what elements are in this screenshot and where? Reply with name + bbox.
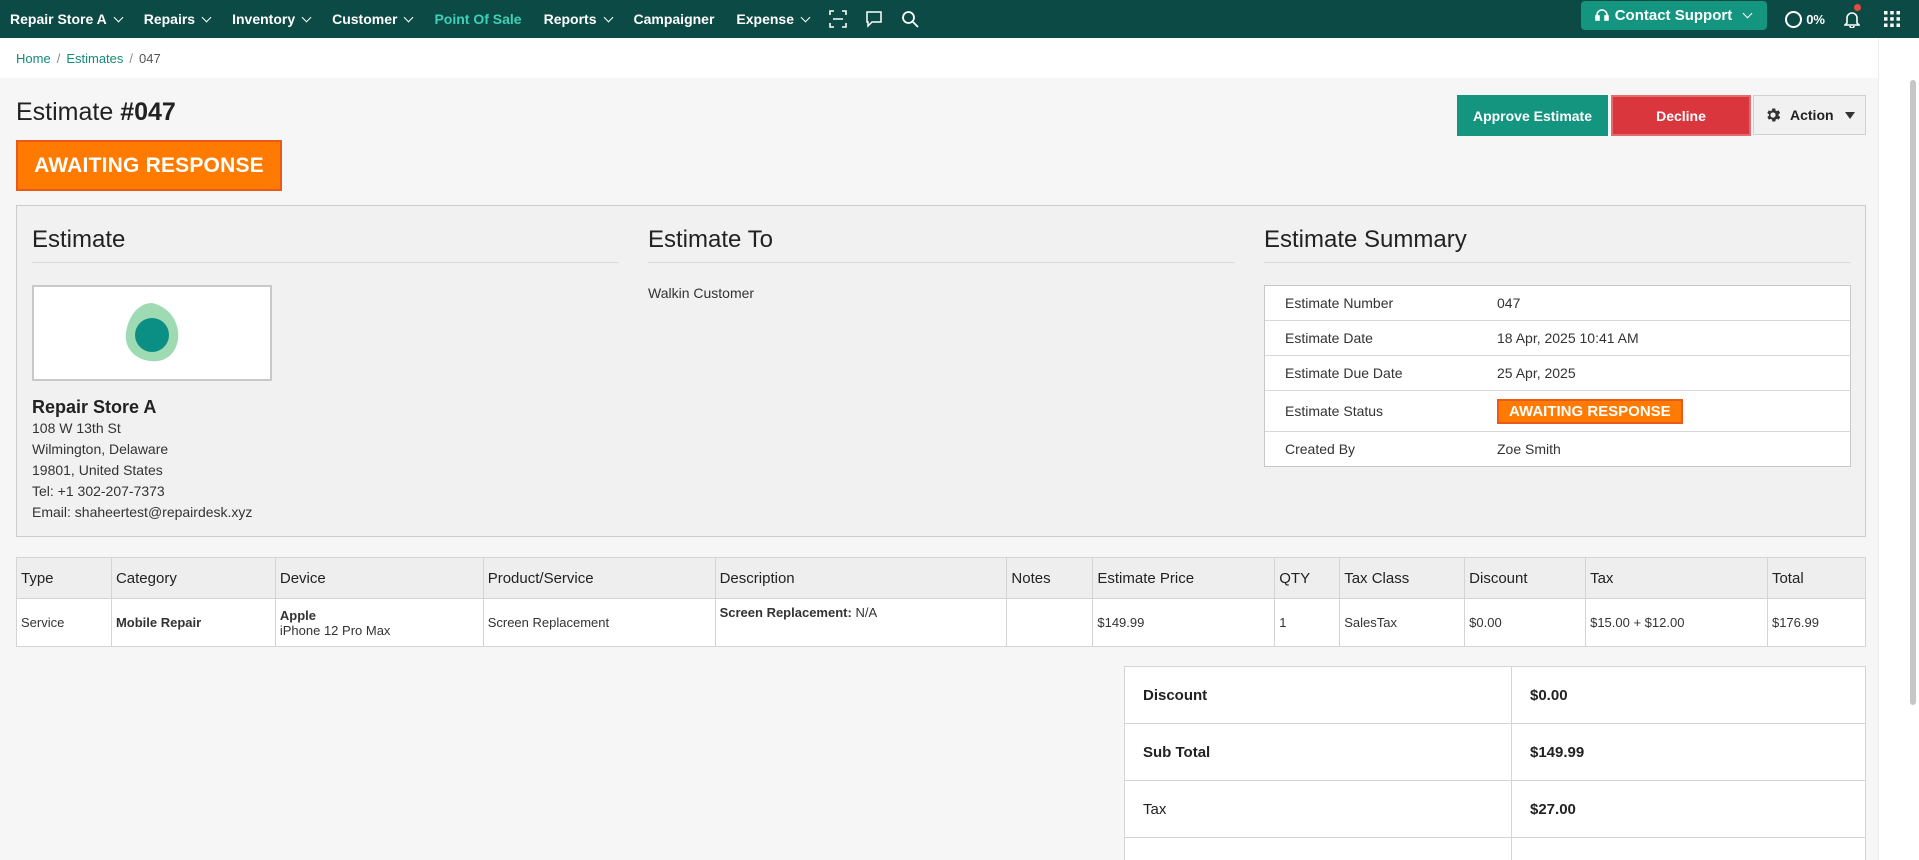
breadcrumb: Home / Estimates / 047 [0, 38, 1878, 78]
column-header: Notes [1006, 557, 1094, 599]
totals-row-discount: Discount $0.00 [1124, 666, 1866, 724]
customer-name: Walkin Customer [648, 285, 755, 301]
column-header: Device [274, 557, 484, 599]
notifications-button[interactable] [1839, 0, 1865, 38]
store-logo [32, 285, 272, 381]
store-name: Repair Store A [32, 397, 157, 417]
summary-row: Estimate Status AWAITING RESPONSE [1265, 391, 1850, 432]
bell-icon [1844, 12, 1860, 28]
nav-item-point-of-sale[interactable]: Point Of Sale [423, 0, 532, 38]
estimate-summary-section: Estimate Summary Estimate Number 047 Est… [1264, 226, 1851, 467]
nav-item-expense[interactable]: Expense [725, 0, 820, 38]
progress-ring-icon [1785, 10, 1803, 28]
scrollbar-thumb[interactable] [1910, 80, 1916, 705]
approve-estimate-button[interactable]: Approve Estimate [1457, 95, 1608, 136]
cell-total: $176.99 [1766, 598, 1867, 647]
column-header: Description [714, 557, 1008, 599]
summary-row: Estimate Number 047 [1265, 286, 1850, 321]
summary-row: Estimate Date 18 Apr, 2025 10:41 AM [1265, 321, 1850, 356]
notification-dot [1854, 4, 1861, 11]
estimate-from-section: Estimate Repair Store A 108 W 13th St Wi… [32, 226, 618, 523]
summary-table: Estimate Number 047 Estimate Date 18 Apr… [1264, 285, 1851, 467]
chevron-down-icon [800, 12, 811, 22]
scan-icon[interactable] [820, 0, 856, 38]
estimate-heading: Estimate [32, 226, 618, 263]
store-logo-icon [125, 303, 179, 362]
action-dropdown-button[interactable]: Action [1753, 95, 1866, 135]
totals-row-tax: Tax $27.00 [1124, 780, 1866, 838]
email-line: Email: shaheertest@repairdesk.xyz [32, 504, 253, 520]
breadcrumb-current: 047 [139, 50, 161, 66]
decline-button[interactable]: Decline [1611, 95, 1751, 136]
address-line: Wilmington, Delaware [32, 441, 169, 457]
address-line: 108 W 13th St [32, 420, 121, 436]
column-header: Type [16, 557, 112, 599]
estimate-info-card: Estimate Repair Store A 108 W 13th St Wi… [16, 205, 1866, 537]
chevron-down-icon [404, 12, 414, 22]
estimate-to-section: Estimate To Walkin Customer [648, 226, 1234, 301]
address-line: 19801, United States [32, 462, 163, 478]
table-header-row: Type Category Device Product/Service Des… [16, 557, 1867, 599]
table-row: Service Mobile Repair Apple iPhone 12 Pr… [16, 598, 1867, 647]
totals-row-next [1124, 837, 1866, 860]
cell-notes [1006, 598, 1094, 647]
chevron-down-icon [603, 12, 613, 22]
column-header: Discount [1464, 557, 1587, 599]
status-badge-small: AWAITING RESPONSE [1497, 398, 1683, 424]
cell-type: Service [16, 598, 112, 647]
column-header: Total [1766, 557, 1867, 599]
column-header: Estimate Price [1092, 557, 1276, 599]
chevron-down-icon [201, 12, 212, 22]
breadcrumb-separator: / [129, 50, 134, 66]
page-title: Estimate #047 [16, 98, 176, 126]
apps-grid-button[interactable] [1877, 0, 1907, 38]
estimate-summary-heading: Estimate Summary [1264, 226, 1850, 263]
cell-description: Screen Replacement: N/A [714, 598, 1008, 647]
summary-row: Estimate Due Date 25 Apr, 2025 [1265, 356, 1850, 391]
cell-qty: 1 [1274, 598, 1341, 647]
totals-table: Discount $0.00 Sub Total $149.99 Tax $27… [1124, 666, 1866, 860]
top-nav: Repair Store A Repairs Inventory Custome… [0, 0, 1919, 38]
chat-icon[interactable] [856, 0, 892, 38]
nav-item-customer[interactable]: Customer [321, 0, 423, 38]
column-header: Product/Service [482, 557, 716, 599]
column-header: Tax [1585, 557, 1768, 599]
progress-indicator[interactable]: 0% [1785, 10, 1825, 28]
nav-item-reports[interactable]: Reports [533, 0, 623, 38]
cell-tax: $15.00 + $12.00 [1585, 598, 1768, 647]
column-header: QTY [1274, 557, 1341, 599]
cell-discount: $0.00 [1464, 598, 1587, 647]
cell-device: Apple iPhone 12 Pro Max [274, 598, 484, 647]
search-icon[interactable] [892, 0, 928, 38]
cell-price: $149.99 [1092, 598, 1276, 647]
nav-item-store[interactable]: Repair Store A [0, 0, 133, 38]
cell-category: Mobile Repair [110, 598, 276, 647]
column-header: Category [110, 557, 276, 599]
chevron-down-icon [301, 12, 312, 22]
phone-line: Tel: +1 302-207-7373 [32, 483, 165, 499]
headset-icon [1594, 8, 1609, 22]
gear-icon [1764, 106, 1782, 124]
nav-item-inventory[interactable]: Inventory [221, 0, 321, 38]
chevron-down-icon [113, 12, 124, 22]
summary-row: Created By Zoe Smith [1285, 441, 1561, 457]
chevron-down-icon [1742, 8, 1753, 18]
totals-row-subtotal: Sub Total $149.99 [1124, 723, 1866, 781]
contact-support-button[interactable]: Contact Support [1580, 0, 1768, 30]
scrollbar-track[interactable] [1878, 38, 1919, 860]
cell-product: Screen Replacement [482, 598, 716, 647]
caret-down-icon [1845, 112, 1855, 119]
breadcrumb-home[interactable]: Home [16, 51, 51, 66]
nav-item-repairs[interactable]: Repairs [133, 0, 221, 38]
breadcrumb-separator: / [56, 50, 61, 66]
breadcrumb-estimates[interactable]: Estimates [66, 51, 123, 66]
line-items-table: Type Category Device Product/Service Des… [16, 557, 1867, 647]
column-header: Tax Class [1339, 557, 1466, 599]
cell-tax-class: SalesTax [1339, 598, 1466, 647]
status-badge: AWAITING RESPONSE [16, 140, 282, 191]
nav-item-campaigner[interactable]: Campaigner [623, 0, 726, 38]
estimate-to-heading: Estimate To [648, 226, 1234, 263]
grid-icon [1884, 11, 1900, 27]
